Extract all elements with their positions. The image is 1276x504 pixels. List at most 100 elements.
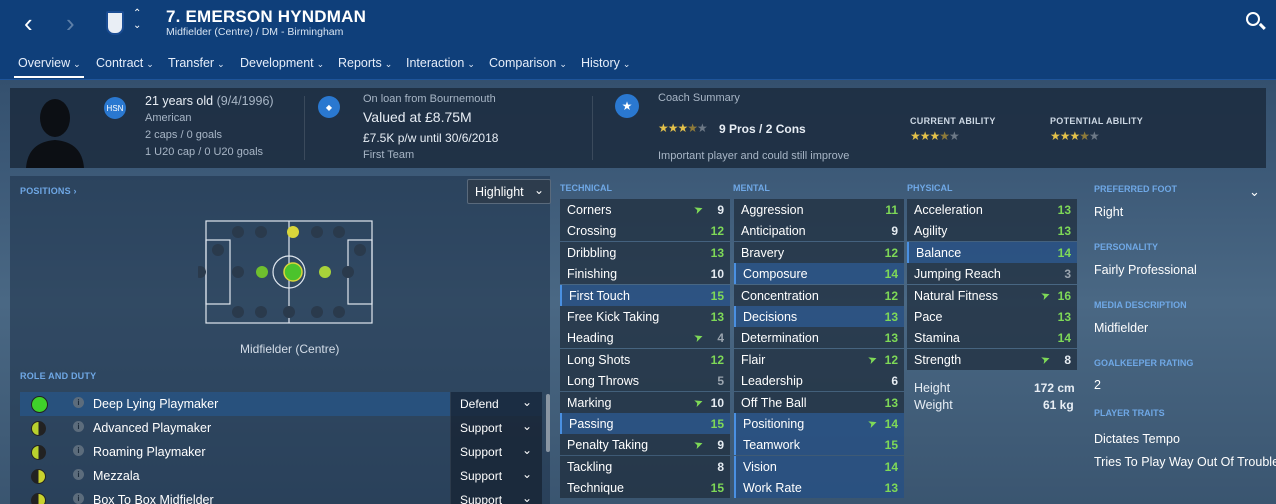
- attribute-value: 9: [717, 438, 724, 453]
- attribute-row[interactable]: Decisions 13: [734, 306, 904, 327]
- attribute-row[interactable]: Technique 15: [560, 477, 730, 499]
- attribute-row[interactable]: Acceleration 13: [907, 199, 1077, 220]
- attribute-row[interactable]: Off The Ball 13: [734, 391, 904, 413]
- attribute-row[interactable]: Aggression 11: [734, 199, 904, 220]
- info-icon[interactable]: i: [73, 421, 84, 432]
- loan-status: On loan from Bournemouth: [363, 93, 496, 105]
- role-row[interactable]: i Deep Lying Playmaker Defend ⌄: [20, 392, 542, 416]
- attribute-row[interactable]: Crossing 12: [560, 220, 730, 242]
- player-switch-icon[interactable]: ⌃ ⌄: [133, 8, 141, 32]
- coach-summary-title: Coach Summary: [658, 92, 740, 104]
- attribute-row[interactable]: Strength 8 ➤: [907, 348, 1077, 370]
- forward-arrow-icon[interactable]: ›: [66, 10, 75, 36]
- attribute-row[interactable]: Heading 4 ➤: [560, 327, 730, 349]
- tab-reports[interactable]: Reports ⌄: [338, 56, 392, 70]
- attribute-value: 14: [884, 267, 898, 282]
- search-icon[interactable]: [1246, 12, 1260, 26]
- trend-arrow-icon: ➤: [1039, 288, 1052, 303]
- attribute-row[interactable]: First Touch 15: [560, 284, 730, 306]
- attribute-row[interactable]: Stamina 14: [907, 327, 1077, 349]
- attribute-row[interactable]: Dribbling 13: [560, 241, 730, 263]
- duty-dropdown[interactable]: Defend ⌄: [450, 392, 542, 416]
- tab-contract[interactable]: Contract ⌄: [96, 56, 154, 70]
- player-subtitle: Midfielder (Centre) / DM - Birmingham: [166, 26, 344, 38]
- tab-label: Overview: [18, 56, 71, 70]
- attribute-row[interactable]: Balance 14: [907, 241, 1077, 263]
- attribute-name: Long Throws: [567, 374, 640, 389]
- tab-history[interactable]: History ⌄: [581, 56, 630, 70]
- attribute-row[interactable]: Long Throws 5: [560, 370, 730, 392]
- info-icon[interactable]: i: [73, 493, 84, 504]
- attribute-row[interactable]: Free Kick Taking 13: [560, 306, 730, 327]
- role-row[interactable]: i Mezzala Support ⌄: [20, 464, 542, 488]
- duty-dropdown[interactable]: Support ⌄: [450, 488, 542, 504]
- attribute-row[interactable]: Positioning 14 ➤: [734, 413, 904, 434]
- age: 21 years old: [145, 94, 214, 108]
- chevron-down-icon: ⌄: [521, 419, 532, 433]
- tab-label: History: [581, 56, 620, 70]
- attribute-name: Balance: [916, 245, 962, 260]
- attribute-row[interactable]: Long Shots 12: [560, 348, 730, 370]
- attribute-row[interactable]: Jumping Reach 3: [907, 263, 1077, 285]
- role-suitability-icon: [31, 445, 46, 460]
- role-row[interactable]: i Advanced Playmaker Support ⌄: [20, 416, 542, 440]
- wage: £7.5K p/w until 30/6/2018: [363, 131, 499, 145]
- duty-label: Support: [460, 445, 503, 459]
- nation-badge-label: HSN: [106, 103, 124, 113]
- attribute-row[interactable]: Natural Fitness 16 ➤: [907, 284, 1077, 306]
- attribute-row[interactable]: Tackling 8: [560, 455, 730, 477]
- trend-arrow-icon: ➤: [692, 395, 705, 410]
- roles-scrollbar[interactable]: [546, 394, 550, 452]
- attribute-row[interactable]: Flair 12 ➤: [734, 348, 904, 370]
- attribute-row[interactable]: Marking 10 ➤: [560, 391, 730, 413]
- attribute-row[interactable]: Anticipation 9: [734, 220, 904, 242]
- attribute-value: 10: [710, 267, 724, 282]
- attribute-row[interactable]: Passing 15: [560, 413, 730, 434]
- back-arrow-icon[interactable]: ‹: [24, 10, 33, 36]
- attribute-name: Marking: [567, 395, 612, 410]
- attribute-row[interactable]: Agility 13: [907, 220, 1077, 242]
- positions-header[interactable]: POSITIONS ›: [20, 186, 77, 196]
- attribute-row[interactable]: Teamwork 15: [734, 434, 904, 456]
- attribute-row[interactable]: Pace 13: [907, 306, 1077, 327]
- info-icon[interactable]: i: [73, 469, 84, 480]
- attribute-value: 13: [884, 331, 898, 346]
- attribute-row[interactable]: Penalty Taking 9 ➤: [560, 434, 730, 456]
- attribute-row[interactable]: Composure 14: [734, 263, 904, 285]
- role-row[interactable]: i Roaming Playmaker Support ⌄: [20, 440, 542, 464]
- tab-comparison[interactable]: Comparison ⌄: [489, 56, 567, 70]
- attribute-row[interactable]: Finishing 10: [560, 263, 730, 285]
- attribute-name: Natural Fitness: [914, 288, 999, 303]
- star-icon: ★: [615, 94, 639, 118]
- attribute-name: Penalty Taking: [567, 438, 649, 453]
- tab-transfer[interactable]: Transfer ⌄: [168, 56, 225, 70]
- role-row[interactable]: i Box To Box Midfielder Support ⌄: [20, 488, 542, 504]
- info-icon[interactable]: i: [73, 445, 84, 456]
- attribute-value: 13: [884, 481, 898, 496]
- attribute-row[interactable]: Work Rate 13: [734, 477, 904, 499]
- attribute-row[interactable]: Vision 14: [734, 455, 904, 477]
- tab-overview[interactable]: Overview ⌄: [18, 56, 81, 70]
- tab-development[interactable]: Development ⌄: [240, 56, 324, 70]
- current-ability-label: CURRENT ABILITY: [910, 116, 996, 126]
- tab-interaction[interactable]: Interaction ⌄: [406, 56, 475, 70]
- attribute-value: 13: [710, 310, 724, 324]
- duty-dropdown[interactable]: Support ⌄: [450, 416, 542, 440]
- tab-label: Interaction: [406, 56, 465, 70]
- attribute-row[interactable]: Determination 13: [734, 327, 904, 349]
- attribute-row[interactable]: Corners 9 ➤: [560, 199, 730, 220]
- duty-dropdown[interactable]: Support ⌄: [450, 464, 542, 488]
- attribute-row[interactable]: Concentration 12: [734, 284, 904, 306]
- weight-value: 61 kg: [1043, 398, 1074, 412]
- attribute-name: Strength: [914, 352, 962, 367]
- info-icon[interactable]: i: [73, 397, 84, 408]
- highlight-dropdown[interactable]: Highlight ⌄: [467, 179, 551, 204]
- duty-dropdown[interactable]: Support ⌄: [450, 440, 542, 464]
- attribute-value: 14: [884, 417, 898, 431]
- attribute-row[interactable]: Bravery 12: [734, 241, 904, 263]
- attribute-row[interactable]: Leadership 6: [734, 370, 904, 392]
- attribute-name: Anticipation: [741, 224, 806, 239]
- attribute-name: Stamina: [914, 331, 960, 346]
- personality: Fairly Professional: [1094, 263, 1197, 277]
- chevron-down-icon[interactable]: ⌄: [1249, 184, 1260, 200]
